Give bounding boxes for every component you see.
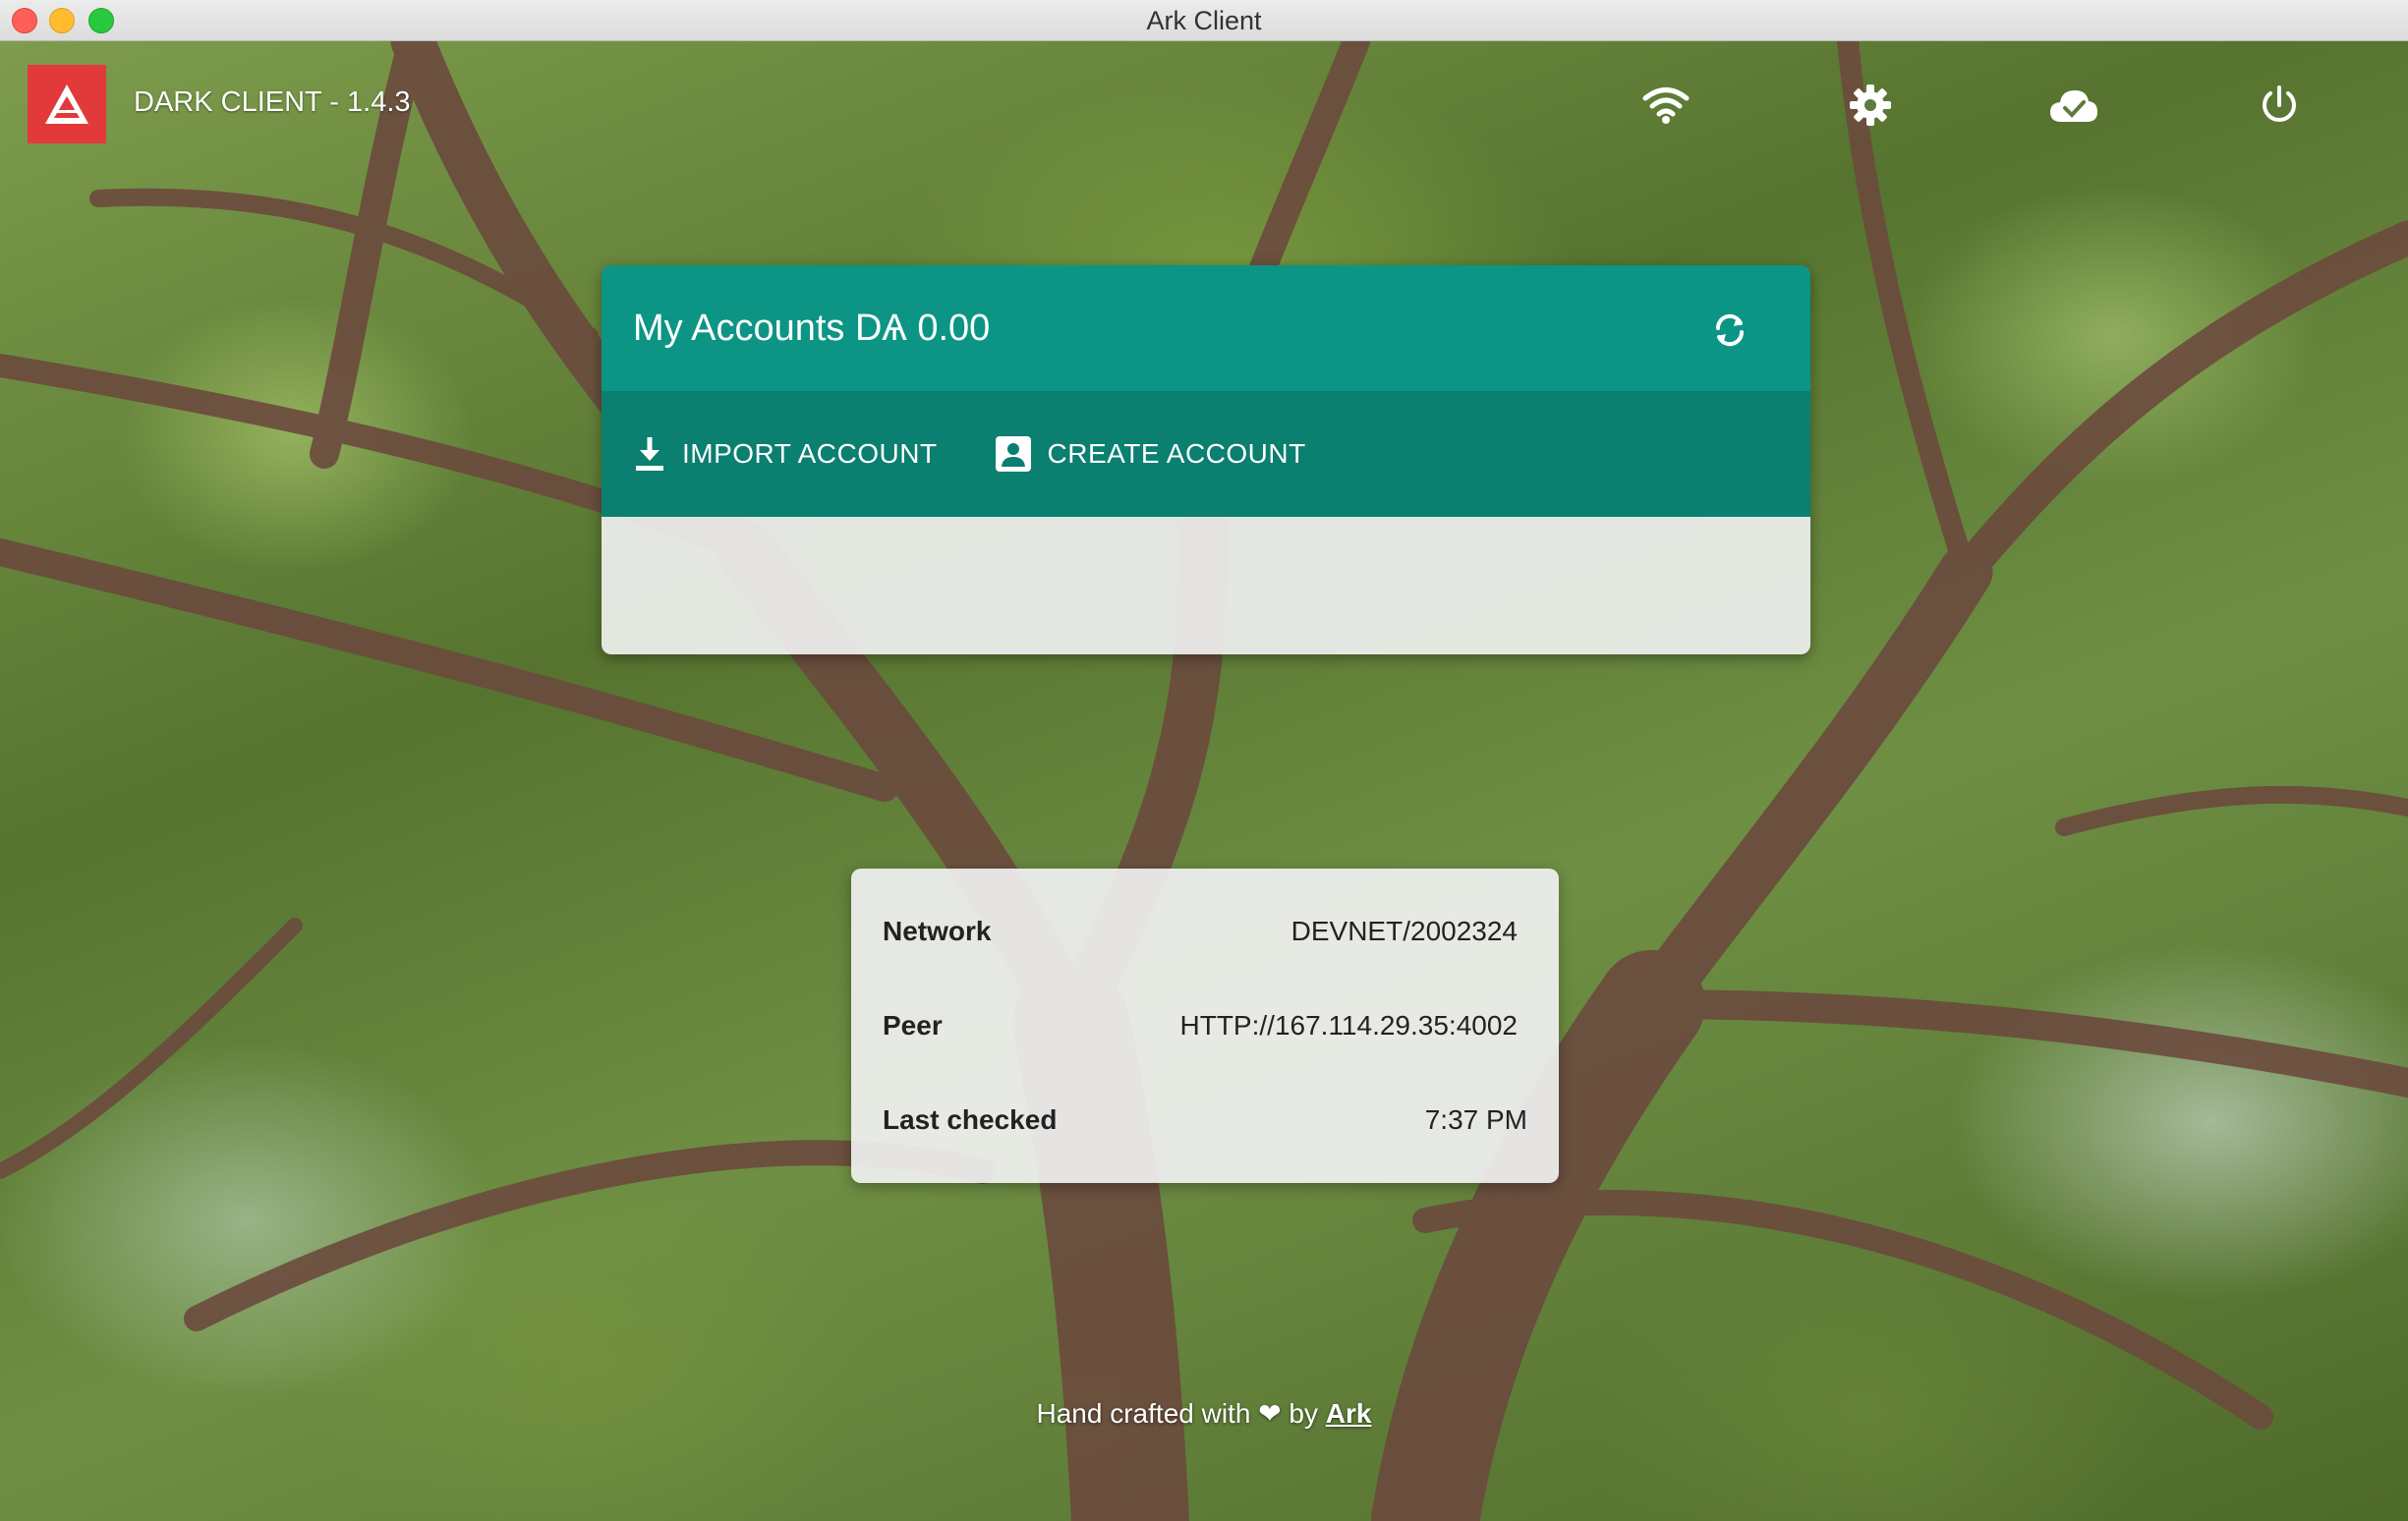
- network-status-card: Network DEVNET/2002324 Peer HTTP://167.1…: [851, 869, 1559, 1183]
- ark-logo[interactable]: [28, 65, 106, 143]
- last-checked-label: Last checked: [883, 1104, 1058, 1135]
- accounts-list: [602, 517, 1810, 654]
- create-account-button[interactable]: CREATE ACCOUNT: [995, 435, 1306, 473]
- ark-logo-icon: [45, 84, 88, 124]
- import-account-label: IMPORT ACCOUNT: [682, 438, 938, 469]
- download-icon: [636, 437, 663, 471]
- import-account-button[interactable]: IMPORT ACCOUNT: [633, 435, 938, 473]
- power-icon[interactable]: [2255, 81, 2304, 130]
- network-row: Network DEVNET/2002324: [883, 916, 1527, 955]
- footer: Hand crafted with ❤ by Ark: [0, 1397, 2408, 1430]
- window-title: Ark Client: [1146, 6, 1262, 35]
- window-titlebar: Ark Client: [0, 0, 2408, 41]
- last-checked-value: 7:37 PM: [1424, 1104, 1527, 1135]
- network-value: DEVNET/2002324: [1290, 916, 1518, 946]
- gear-icon[interactable]: [1846, 81, 1895, 130]
- account-box-icon: [995, 436, 1031, 472]
- accounts-actions-bar: IMPORT ACCOUNT CREATE ACCOUNT: [602, 391, 1810, 517]
- cloud-check-icon[interactable]: [2049, 81, 2098, 130]
- accounts-card: My Accounts DѦ 0.00 IMPORT ACCOUNT CREAT…: [602, 265, 1810, 654]
- last-checked-row: Last checked 7:37 PM: [883, 1104, 1527, 1144]
- refresh-icon[interactable]: [1708, 309, 1751, 352]
- create-account-label: CREATE ACCOUNT: [1047, 438, 1306, 469]
- background-image: [0, 41, 2408, 1521]
- wifi-icon[interactable]: [1641, 81, 1691, 130]
- footer-text: Hand crafted with ❤ by: [1036, 1398, 1318, 1429]
- network-label: Network: [883, 916, 992, 946]
- app-brand-title: DARK CLIENT - 1.4.3: [134, 86, 411, 118]
- peer-row: Peer HTTP://167.114.29.35:4002: [883, 1010, 1527, 1049]
- peer-label: Peer: [883, 1010, 943, 1041]
- accounts-title: My Accounts DѦ 0.00: [633, 307, 991, 349]
- peer-value: HTTP://167.114.29.35:4002: [1179, 1010, 1519, 1041]
- accounts-card-header: My Accounts DѦ 0.00: [602, 265, 1810, 391]
- ark-link[interactable]: Ark: [1326, 1398, 1372, 1429]
